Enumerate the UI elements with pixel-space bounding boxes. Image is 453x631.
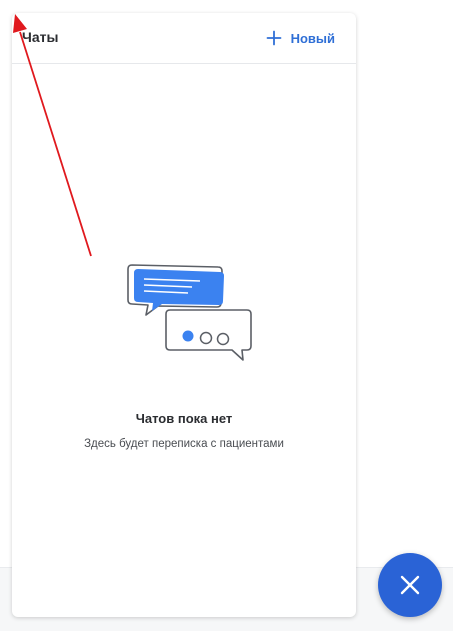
panel-title: Чаты — [22, 29, 59, 45]
chat-panel: Чаты Новый Чатов пока нет Здесь будет пе… — [12, 13, 356, 617]
chat-bubbles-icon — [127, 264, 252, 361]
new-chat-button[interactable]: Новый — [266, 27, 335, 49]
close-icon — [400, 575, 420, 595]
empty-state-subtitle: Здесь будет переписка с пациентами — [84, 438, 284, 450]
close-fab-button[interactable] — [378, 553, 442, 617]
empty-state-title: Чатов пока нет — [135, 411, 233, 426]
new-chat-label: Новый — [290, 30, 335, 46]
page: Чаты Новый Чатов пока нет Здесь будет пе… — [0, 0, 453, 631]
plus-icon — [266, 30, 281, 46]
panel-header: Чаты Новый — [12, 13, 356, 64]
